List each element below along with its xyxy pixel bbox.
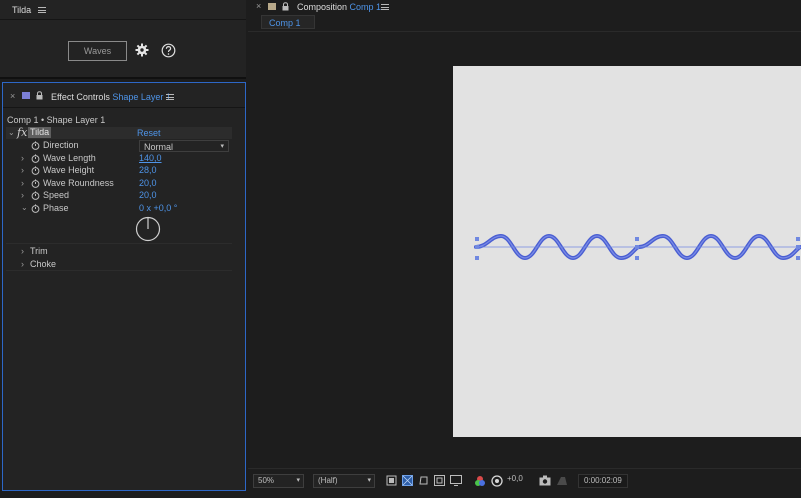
fx-icon[interactable]: fx bbox=[17, 126, 27, 139]
wave-roundness-value[interactable]: 20,0 bbox=[139, 178, 157, 188]
region-of-interest-icon[interactable] bbox=[386, 475, 397, 486]
direction-row: Direction Normal ▾ bbox=[9, 140, 235, 152]
wave-length-label: Wave Length bbox=[43, 153, 96, 163]
wave-height-value[interactable]: 28,0 bbox=[139, 165, 157, 175]
zoom-dropdown[interactable]: 50% ▾ bbox=[253, 474, 304, 488]
breadcrumb: Comp 1 • Shape Layer 1 bbox=[7, 115, 106, 125]
composition-tab[interactable]: Composition Comp 1 bbox=[297, 2, 381, 12]
layer-color-swatch bbox=[22, 92, 30, 99]
chevron-down-icon: ▾ bbox=[296, 477, 300, 484]
stopwatch-icon[interactable] bbox=[31, 191, 40, 200]
waves-button[interactable]: Waves bbox=[68, 41, 127, 61]
effect-controls-panel: × Effect Controls Shape Layer 1 Comp 1 •… bbox=[2, 82, 246, 491]
show-snapshot-icon[interactable] bbox=[556, 475, 568, 486]
phase-dial[interactable] bbox=[135, 216, 161, 242]
resolution-dropdown[interactable]: (Half) ▾ bbox=[313, 474, 375, 488]
direction-dropdown[interactable]: Normal ▾ bbox=[139, 140, 229, 152]
chevron-right-icon[interactable]: › bbox=[21, 165, 24, 175]
camera-snapshot-icon[interactable] bbox=[539, 475, 551, 486]
direction-label: Direction bbox=[43, 140, 79, 150]
close-icon[interactable]: × bbox=[256, 1, 261, 11]
effect-name[interactable]: Tilda bbox=[28, 127, 52, 138]
tilda-panel-title[interactable]: Tilda bbox=[12, 5, 31, 15]
timecode-field[interactable]: 0:00:02:09 bbox=[578, 474, 628, 488]
wave-length-row: › Wave Length 140,0 bbox=[9, 153, 235, 165]
wave-roundness-label: Wave Roundness bbox=[43, 178, 114, 188]
panel-menu-icon[interactable] bbox=[38, 7, 46, 13]
chevron-down-icon: ▾ bbox=[367, 477, 371, 484]
stopwatch-icon[interactable] bbox=[31, 204, 40, 213]
color-channels-icon[interactable] bbox=[474, 475, 486, 487]
divider bbox=[3, 107, 245, 108]
phase-value[interactable]: 0 x +0,0 ° bbox=[139, 203, 177, 213]
chevron-right-icon[interactable]: › bbox=[21, 259, 24, 269]
effect-header-row[interactable]: ⌄ fx Tilda Reset bbox=[6, 126, 232, 139]
wave-height-row: › Wave Height 28,0 bbox=[9, 165, 235, 177]
wave-roundness-row: › Wave Roundness 20,0 bbox=[9, 178, 235, 190]
reset-link[interactable]: Reset bbox=[137, 128, 161, 138]
comp-subtab[interactable]: Comp 1 bbox=[261, 15, 315, 29]
chevron-right-icon[interactable]: › bbox=[21, 190, 24, 200]
close-icon[interactable]: × bbox=[10, 91, 15, 101]
stopwatch-icon[interactable] bbox=[31, 179, 40, 188]
divider bbox=[6, 270, 232, 271]
divider bbox=[6, 243, 232, 244]
chevron-down-icon[interactable]: ⌄ bbox=[8, 128, 15, 137]
monitor-icon[interactable] bbox=[450, 475, 462, 486]
chevron-right-icon[interactable]: › bbox=[21, 246, 24, 256]
direction-value: Normal bbox=[144, 142, 174, 152]
tilda-panel: Tilda Waves bbox=[0, 0, 246, 79]
panel-menu-icon[interactable] bbox=[166, 94, 174, 100]
exposure-icon[interactable] bbox=[491, 475, 503, 487]
mask-path-icon[interactable] bbox=[418, 475, 429, 486]
grid-guides-icon[interactable] bbox=[434, 475, 445, 486]
chevron-right-icon[interactable]: › bbox=[21, 178, 24, 188]
exposure-value[interactable]: +0,0 bbox=[507, 474, 523, 488]
comp-subtab-label: Comp 1 bbox=[269, 18, 301, 28]
wave-length-value[interactable]: 140,0 bbox=[139, 153, 162, 163]
help-icon[interactable] bbox=[161, 43, 176, 58]
timecode-value: 0:00:02:09 bbox=[584, 476, 622, 485]
transparency-grid-icon[interactable] bbox=[402, 475, 413, 486]
trim-label: Trim bbox=[30, 246, 48, 256]
stopwatch-icon[interactable] bbox=[31, 141, 40, 150]
trim-group-row[interactable]: › Trim bbox=[9, 246, 235, 258]
comp-color-swatch bbox=[268, 3, 276, 10]
zoom-value: 50% bbox=[258, 476, 275, 485]
chevron-right-icon[interactable]: › bbox=[21, 153, 24, 163]
stopwatch-icon[interactable] bbox=[31, 166, 40, 175]
speed-label: Speed bbox=[43, 190, 70, 200]
choke-label: Choke bbox=[30, 259, 57, 269]
chevron-down-icon[interactable]: ⌄ bbox=[21, 203, 28, 212]
lock-icon[interactable] bbox=[282, 2, 289, 11]
stopwatch-icon[interactable] bbox=[31, 154, 40, 163]
speed-value[interactable]: 20,0 bbox=[139, 190, 157, 200]
speed-row: › Speed 20,0 bbox=[9, 190, 235, 202]
resolution-value: (Half) bbox=[318, 476, 338, 485]
shape-layer-wave[interactable] bbox=[453, 66, 801, 437]
divider bbox=[248, 468, 801, 469]
lock-icon[interactable] bbox=[36, 91, 43, 100]
divider bbox=[248, 31, 801, 32]
panel-menu-icon[interactable] bbox=[381, 4, 389, 10]
effect-controls-tab[interactable]: Effect Controls Shape Layer 1 bbox=[51, 92, 171, 102]
phase-row: ⌄ Phase 0 x +0,0 ° bbox=[9, 203, 235, 215]
gear-icon[interactable] bbox=[135, 43, 149, 57]
phase-label: Phase bbox=[43, 203, 69, 213]
tilda-tab-bar: Tilda bbox=[0, 0, 246, 20]
chevron-down-icon: ▾ bbox=[220, 143, 224, 150]
wave-height-label: Wave Height bbox=[43, 165, 95, 175]
composition-canvas[interactable] bbox=[453, 66, 801, 437]
